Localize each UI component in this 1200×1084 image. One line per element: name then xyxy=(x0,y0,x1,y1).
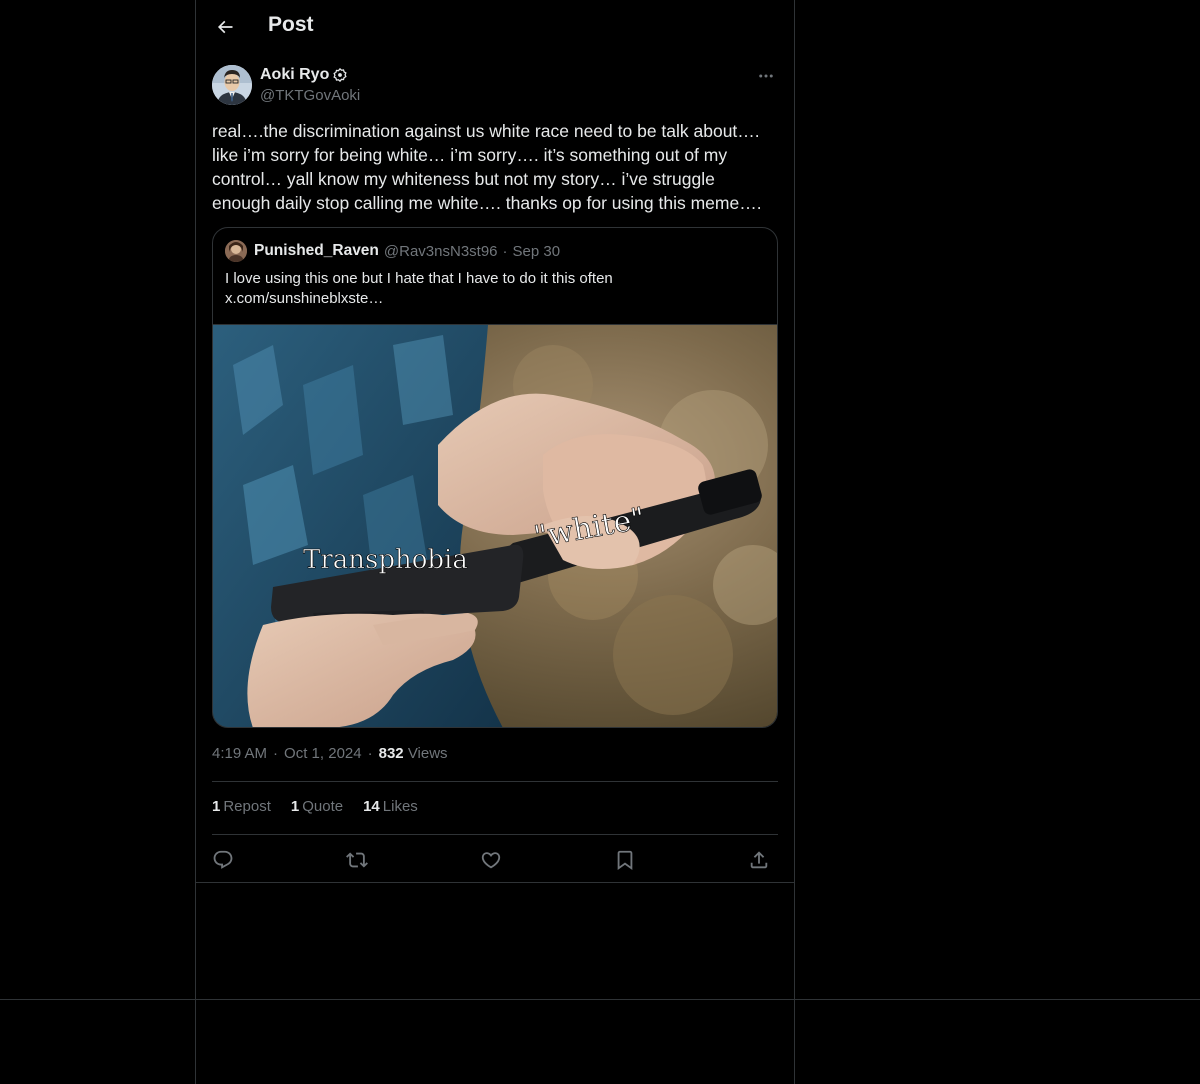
like-icon xyxy=(481,852,501,869)
action-bar xyxy=(212,845,778,875)
meme-image: Transphobia "white" xyxy=(213,325,777,727)
main-column: Post Aoki Ryo @TKTGovAoki real….the disc… xyxy=(195,0,795,1084)
post-time[interactable]: 4:19 AM xyxy=(212,745,267,762)
post-author: Aoki Ryo @TKTGovAoki xyxy=(212,64,778,108)
quoted-link[interactable]: x.com/sunshineblxste… xyxy=(225,289,765,309)
reposts-label: Repost xyxy=(223,798,271,815)
avatar[interactable] xyxy=(212,65,252,105)
views-label: Views xyxy=(407,745,448,762)
divider xyxy=(196,882,794,883)
engagement-stats: 1 Repost 1 Quote 14 Likes xyxy=(212,798,418,815)
quoted-post-header: Punished_Raven @Rav3nsN3st96 · Sep 30 xyxy=(225,240,560,262)
author-handle[interactable]: @TKTGovAoki xyxy=(260,87,360,104)
reply-button[interactable] xyxy=(210,847,236,873)
share-button[interactable] xyxy=(746,847,772,873)
header: Post xyxy=(196,0,794,53)
views-count: 832 xyxy=(378,745,404,762)
post-meta: 4:19 AM · Oct 1, 2024 · 832 Views xyxy=(212,745,448,762)
more-options-button[interactable] xyxy=(754,64,778,88)
reply-icon xyxy=(213,850,233,869)
quoted-text-line: I love using this one but I hate that I … xyxy=(225,270,613,287)
quotes-stat[interactable]: 1 Quote xyxy=(291,798,343,815)
post-text: real….the discrimination against us whit… xyxy=(212,121,765,213)
quoted-text: I love using this one but I hate that I … xyxy=(225,269,765,309)
quoted-avatar-image xyxy=(225,240,247,262)
reposts-count: 1 xyxy=(212,798,221,815)
author-name-group: Aoki Ryo xyxy=(260,66,347,84)
avatar-image xyxy=(212,65,252,105)
verified-badge-icon xyxy=(333,68,347,82)
quoted-author-name: Punished_Raven xyxy=(254,242,379,259)
page-title: Post xyxy=(268,13,314,36)
reposts-stat[interactable]: 1 Repost xyxy=(212,798,271,815)
more-dots-icon xyxy=(759,74,773,78)
bookmark-button[interactable] xyxy=(612,847,638,873)
separator-dot: · xyxy=(273,745,279,762)
likes-count: 14 xyxy=(363,798,380,815)
repost-button[interactable] xyxy=(344,847,370,873)
quotes-count: 1 xyxy=(290,798,300,815)
repost-icon xyxy=(346,852,368,868)
page: Post Aoki Ryo @TKTGovAoki real….the disc… xyxy=(0,0,1200,1084)
author-name[interactable]: Aoki Ryo xyxy=(260,66,329,84)
separator-dot: · xyxy=(367,745,373,762)
views-group: 832 Views xyxy=(379,745,448,762)
quotes-label: Quote xyxy=(302,798,344,815)
share-icon xyxy=(750,851,768,869)
quoted-author-handle: @Rav3nsN3st96 xyxy=(383,242,498,260)
like-button[interactable] xyxy=(478,847,504,873)
likes-label: Likes xyxy=(382,798,418,815)
quoted-post[interactable]: Punished_Raven @Rav3nsN3st96 · Sep 30 I … xyxy=(212,227,778,728)
post-date[interactable]: Oct 1, 2024 xyxy=(284,745,362,762)
meme-label-left: Transphobia xyxy=(303,545,468,575)
separator-dot: · xyxy=(502,242,508,260)
divider xyxy=(212,834,778,835)
divider xyxy=(212,781,778,782)
quoted-avatar xyxy=(225,240,247,262)
quoted-date: Sep 30 xyxy=(512,242,561,260)
back-arrow-icon xyxy=(217,20,233,34)
bookmark-icon xyxy=(617,850,633,871)
back-button[interactable] xyxy=(208,10,242,44)
quoted-media-image[interactable]: Transphobia "white" xyxy=(213,324,777,727)
likes-stat[interactable]: 14 Likes xyxy=(363,798,418,815)
